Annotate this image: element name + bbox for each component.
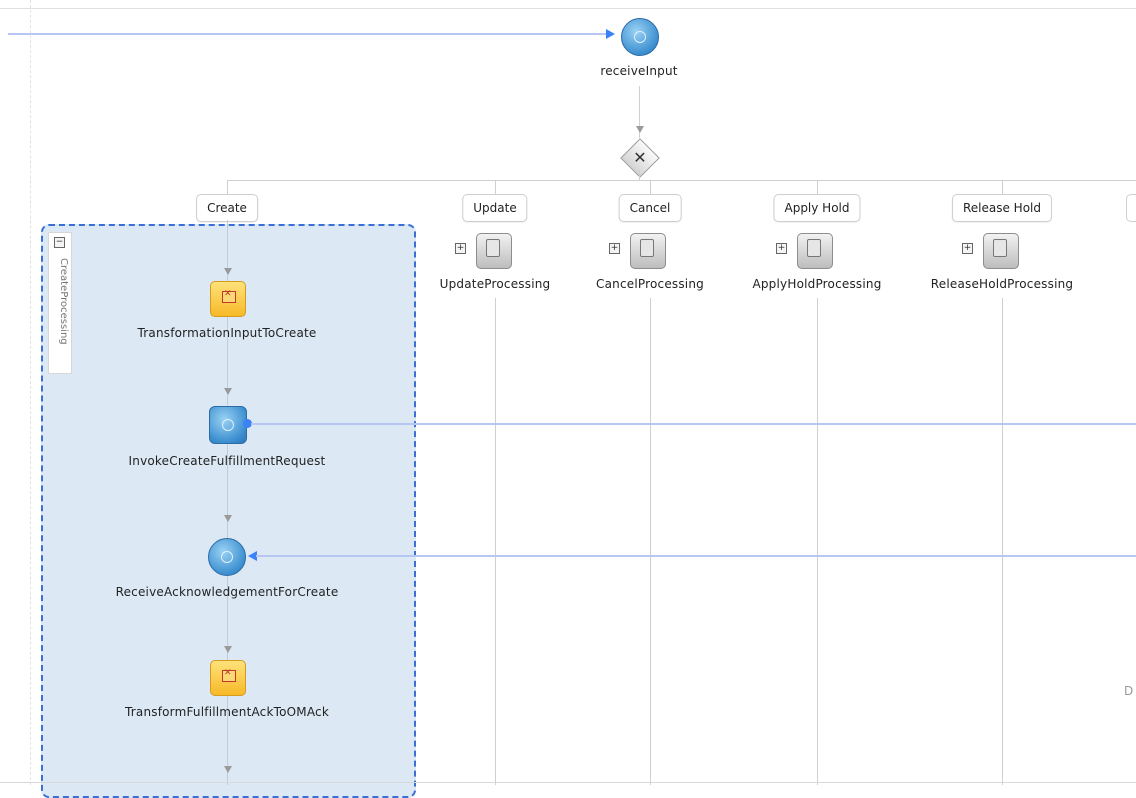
flow-line xyxy=(1002,298,1003,785)
flow-arrow xyxy=(224,268,232,275)
clipped-edge-text: D xyxy=(1124,684,1134,698)
expand-icon[interactable]: + xyxy=(455,243,466,254)
branch-drop xyxy=(650,180,651,194)
partner-link-line-invoke xyxy=(251,423,1136,425)
scope-collapsed-icon[interactable] xyxy=(797,233,833,269)
flow-arrow xyxy=(224,646,232,653)
flow-arrow xyxy=(224,766,232,773)
scope-collapsed-icon[interactable] xyxy=(983,233,1019,269)
case-apply-hold[interactable]: Apply Hold xyxy=(773,194,861,222)
branch-line xyxy=(227,180,1136,181)
scope-collapsed-icon[interactable] xyxy=(630,233,666,269)
case-release-hold[interactable]: Release Hold xyxy=(951,194,1053,222)
case-partial[interactable] xyxy=(1126,194,1136,222)
expand-icon[interactable]: + xyxy=(962,243,973,254)
ruler-top-line xyxy=(0,8,1136,9)
receive-input-label: receiveInput xyxy=(600,64,678,78)
branch-drop xyxy=(817,180,818,194)
bottom-border xyxy=(0,782,1136,783)
flow-line xyxy=(639,170,640,180)
flow-line xyxy=(817,298,818,785)
invoke-icon[interactable] xyxy=(209,406,247,444)
receive-input-icon[interactable] xyxy=(621,18,659,56)
transform-icon[interactable] xyxy=(210,660,246,696)
case-create[interactable]: Create xyxy=(196,194,258,222)
flow-line xyxy=(650,298,651,785)
cancel-processing-label: CancelProcessing xyxy=(596,277,704,291)
switch-x-glyph: ✕ xyxy=(633,148,647,167)
collapse-icon[interactable]: − xyxy=(54,237,65,248)
flow-arrow xyxy=(224,388,232,395)
scope-title: CreateProcessing xyxy=(58,258,69,345)
flow-arrow xyxy=(636,126,644,133)
bpel-canvas: receiveInput ✕ Create Update Cancel Appl… xyxy=(0,0,1136,798)
scope-collapsed-icon[interactable] xyxy=(476,233,512,269)
branch-drop xyxy=(495,180,496,194)
partner-link-line-receive xyxy=(256,555,1136,557)
release-hold-processing-label: ReleaseHoldProcessing xyxy=(930,277,1074,291)
transform-icon[interactable] xyxy=(210,281,246,317)
expand-icon[interactable]: + xyxy=(609,243,620,254)
receive-icon[interactable] xyxy=(208,538,246,576)
step-transformation-input-to-create: TransformationInputToCreate xyxy=(137,326,317,340)
step-transform-fulfillment-ack: TransformFulfillmentAckToOMAck xyxy=(124,705,330,719)
step-receive-ack-for-create: ReceiveAcknowledgementForCreate xyxy=(115,585,339,599)
flow-line xyxy=(495,298,496,785)
expand-icon[interactable]: + xyxy=(776,243,787,254)
branch-drop xyxy=(227,180,228,194)
case-cancel[interactable]: Cancel xyxy=(618,194,682,222)
left-ruler xyxy=(0,0,31,785)
branch-drop xyxy=(1002,180,1003,194)
step-invoke-create-fulfillment-request: InvokeCreateFulfillmentRequest xyxy=(128,454,326,468)
flow-arrow xyxy=(224,515,232,522)
partner-link-line-top xyxy=(8,33,608,35)
update-processing-label: UpdateProcessing xyxy=(439,277,551,291)
link-arrow-head xyxy=(606,29,615,39)
apply-hold-processing-label: ApplyHoldProcessing xyxy=(752,277,882,291)
case-update[interactable]: Update xyxy=(462,194,528,222)
